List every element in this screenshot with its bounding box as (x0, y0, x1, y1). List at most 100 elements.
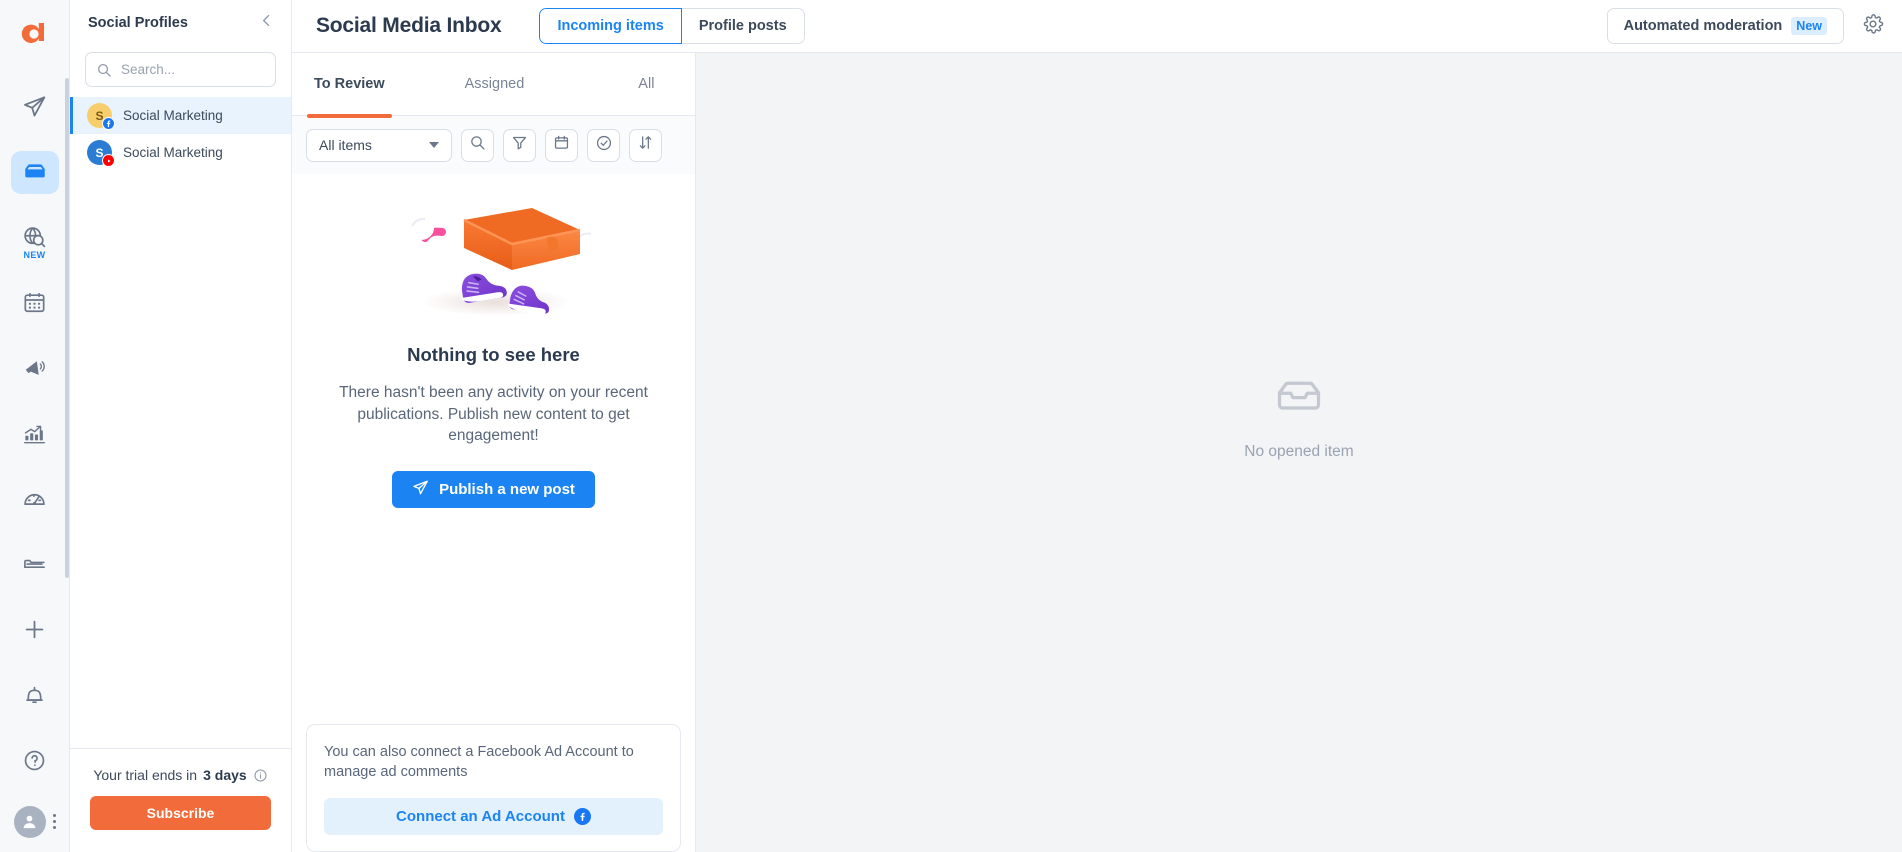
connect-ad-account-button[interactable]: Connect an Ad Account (324, 798, 663, 835)
funnel-icon (511, 134, 528, 156)
avatar: S (87, 103, 115, 130)
detail-empty-text: No opened item (1244, 443, 1354, 460)
rail-item-library[interactable] (11, 543, 59, 586)
inbox-column: To Review Assigned All All items Nothing… (292, 53, 696, 852)
globe-search-icon (22, 225, 47, 250)
profile-item-facebook[interactable]: S Social Marketing (70, 97, 291, 134)
publish-new-post-button[interactable]: Publish a new post (392, 470, 595, 508)
sort-arrows-icon (637, 134, 654, 156)
rail-item-monitoring[interactable] (11, 477, 59, 520)
tab-incoming-items[interactable]: Incoming items (539, 8, 682, 44)
bell-icon (22, 682, 47, 707)
inbox-toolbar: All items (292, 116, 695, 174)
automated-moderation-button[interactable]: Automated moderation New (1606, 8, 1844, 44)
paper-plane-icon (22, 94, 47, 119)
rail-item-campaigns[interactable] (11, 347, 59, 390)
profile-item-youtube[interactable]: S Social Marketing (70, 134, 291, 171)
search-button[interactable] (461, 128, 494, 162)
check-circle-icon (595, 134, 613, 157)
profiles-search-box[interactable] (85, 52, 276, 87)
subscribe-button[interactable]: Subscribe (90, 796, 271, 830)
items-filter-value: All items (319, 137, 372, 153)
profile-name: Social Marketing (123, 145, 223, 160)
chevron-down-icon (429, 142, 439, 148)
tab-assigned[interactable]: Assigned (461, 53, 529, 116)
avatar: S (87, 140, 115, 167)
facebook-icon (102, 117, 115, 130)
ad-account-card: You can also connect a Facebook Ad Accou… (306, 724, 681, 852)
gear-icon (1862, 13, 1884, 40)
page-title: Social Media Inbox (316, 14, 502, 37)
calendar-icon (553, 134, 570, 156)
plus-icon (22, 617, 47, 642)
social-profiles-panel: Social Profiles Search... S Social Marke… (70, 0, 292, 852)
inbox-tabs: To Review Assigned All (292, 53, 695, 118)
folder-icon (22, 552, 47, 577)
new-badge: New (1791, 17, 1827, 35)
paper-plane-icon (412, 479, 429, 500)
ad-card-text: You can also connect a Facebook Ad Accou… (324, 744, 634, 780)
user-account[interactable] (13, 805, 56, 838)
profiles-title: Social Profiles (88, 15, 188, 31)
tab-to-review[interactable]: To Review (307, 53, 392, 118)
main-area: Social Media Inbox Incoming items Profil… (292, 0, 1902, 852)
profiles-header: Social Profiles (70, 0, 291, 46)
settings-button[interactable] (1862, 13, 1884, 40)
sort-button[interactable] (629, 128, 662, 162)
content-area: To Review Assigned All All items Nothing… (292, 53, 1902, 852)
search-icon (469, 134, 486, 156)
tab-profile-posts[interactable]: Profile posts (681, 8, 805, 44)
automated-moderation-label: Automated moderation (1623, 18, 1783, 34)
view-segmented-control: Incoming items Profile posts (539, 8, 805, 44)
trial-section: Your trial ends in 3 days Subscribe (70, 748, 291, 852)
trial-prefix: Your trial ends in (93, 767, 198, 783)
search-input[interactable] (121, 62, 265, 77)
rail-bottom (13, 782, 56, 852)
rail-item-notifications[interactable] (11, 673, 59, 716)
connect-ad-account-label: Connect an Ad Account (396, 808, 565, 825)
rail-badge-new: NEW (23, 250, 46, 261)
items-filter-select[interactable]: All items (306, 128, 452, 162)
detail-empty-state: No opened item (1244, 372, 1354, 461)
trial-days: 3 days (203, 767, 247, 783)
inbox-outline-icon (1273, 372, 1325, 429)
app-logo[interactable] (0, 0, 70, 63)
facebook-icon (573, 808, 591, 825)
rail-item-listening[interactable]: NEW (11, 216, 59, 261)
detail-pane: No opened item (696, 53, 1902, 852)
rail-item-calendar[interactable] (11, 281, 59, 324)
tab-all[interactable]: All (634, 53, 658, 116)
info-icon[interactable] (253, 768, 268, 783)
search-icon (96, 62, 112, 78)
filter-button[interactable] (503, 128, 536, 162)
profiles-search-wrap (70, 46, 291, 97)
inbox-icon (22, 159, 48, 185)
youtube-icon (102, 154, 115, 167)
status-button[interactable] (587, 128, 620, 162)
inbox-empty-state: Nothing to see here There hasn't been an… (292, 174, 695, 852)
rail-item-inbox[interactable] (10, 150, 59, 194)
top-bar: Social Media Inbox Incoming items Profil… (292, 0, 1902, 53)
avatar[interactable] (13, 805, 46, 838)
chevron-left-icon (258, 12, 275, 34)
date-button[interactable] (545, 128, 578, 162)
icon-rail: NEW (0, 0, 70, 852)
app-root: NEW Social Profiles Search... S Social M… (0, 0, 1902, 852)
profile-name: Social Marketing (123, 108, 223, 123)
bar-chart-icon (22, 421, 47, 446)
rail-item-add[interactable] (11, 608, 59, 651)
profile-list: S Social Marketing S Social Marketing (70, 97, 291, 748)
user-menu-kebab-icon[interactable] (52, 814, 56, 830)
megaphone-icon (22, 356, 47, 381)
collapse-sidebar-button[interactable] (258, 12, 275, 34)
rail-item-help[interactable] (11, 739, 59, 782)
calendar-icon (22, 290, 47, 315)
person-icon (23, 816, 36, 829)
rail-scrollbar[interactable] (65, 78, 69, 578)
question-circle-icon (22, 748, 47, 773)
rail-item-publish[interactable] (11, 85, 59, 128)
rail-item-analytics[interactable] (11, 412, 59, 455)
inbox-tray-character-illustration (364, 186, 624, 326)
empty-state-description: There hasn't been any activity on your r… (339, 384, 648, 444)
speedometer-icon (22, 486, 47, 511)
